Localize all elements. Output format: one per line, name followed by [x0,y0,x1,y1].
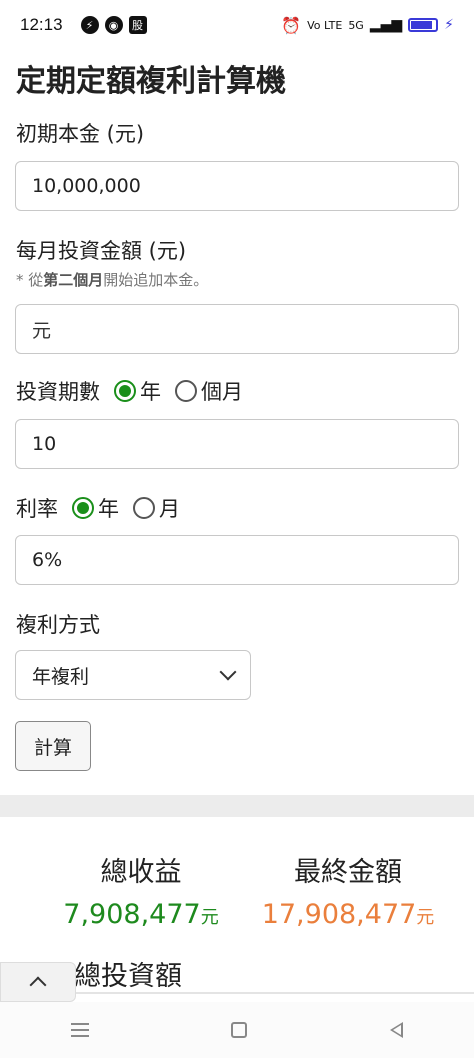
status-bar: 12:13 ⚡ ◉ 股 ⏰ Vo LTE 5G ▂▄▆ ⚡ [0,0,474,50]
compound-select[interactable]: 年複利 [15,650,251,700]
periods-radio-month[interactable]: 個月 [175,376,243,406]
chevron-up-icon [29,976,47,994]
page-title: 定期定額複利計算機 [16,64,286,99]
signal-icon: ▂▄▆ [369,17,403,33]
periods-label: 投資期數 [16,380,100,404]
compound-selected-value: 年複利 [32,665,90,688]
alarm-icon: ⏰ [281,15,302,35]
chrome-icon: ◉ [104,16,123,34]
rate-input[interactable]: 6% [15,535,459,585]
radio-selected-icon [72,497,94,519]
back-icon[interactable] [389,1022,403,1038]
total-invest-label: 總投資額 [74,961,182,992]
principal-label: 初期本金 (元) [16,122,145,146]
radio-selected-icon [114,380,136,402]
monthly-input[interactable]: 元 [15,304,459,354]
charging-icon: ⚡ [444,17,454,33]
rate-radio-month[interactable]: 月 [133,493,180,523]
network-type: 5G [348,18,364,32]
rate-label: 利率 [16,497,58,521]
periods-row: 投資期數 年 個月 [16,376,243,406]
final-amount-value: 17,908,477元 [261,899,435,930]
radio-unselected-icon [133,497,155,519]
periods-input[interactable]: 10 [15,419,459,469]
principal-input[interactable]: 10,000,000 [15,161,459,211]
rate-row: 利率 年 月 [16,493,180,523]
total-invest-divider [76,992,474,994]
total-gain-block: 總收益 7,908,477元 [56,850,226,930]
status-indicators: ⏰ Vo LTE 5G ▂▄▆ ⚡ [281,16,454,35]
stock-app-icon: 股 [128,16,147,34]
system-nav-bar [0,1002,474,1058]
back-to-top-button[interactable] [0,962,76,1002]
monthly-hint: * 從第二個月開始追加本金。 [16,271,209,289]
compound-label: 複利方式 [16,613,100,637]
battery-icon [408,18,439,32]
total-gain-value: 7,908,477元 [63,899,219,930]
rate-radio-year[interactable]: 年 [72,493,119,523]
periods-radio-year[interactable]: 年 [114,376,161,406]
final-amount-label: 最終金額 [294,857,402,888]
volte-icon: Vo LTE [307,18,343,32]
total-gain-label: 總收益 [100,857,182,888]
final-amount-block: 最終金額 17,908,477元 [248,850,448,930]
messenger-icon: ⚡ [80,16,99,34]
home-icon[interactable] [231,1022,248,1038]
menu-icon[interactable] [71,1023,90,1037]
radio-unselected-icon [175,380,197,402]
chevron-down-icon [219,663,237,681]
monthly-label: 每月投資金額 (元) [16,239,187,263]
section-divider [0,795,474,817]
calculate-button[interactable]: 計算 [15,721,91,771]
status-time: 12:13 [20,15,63,34]
